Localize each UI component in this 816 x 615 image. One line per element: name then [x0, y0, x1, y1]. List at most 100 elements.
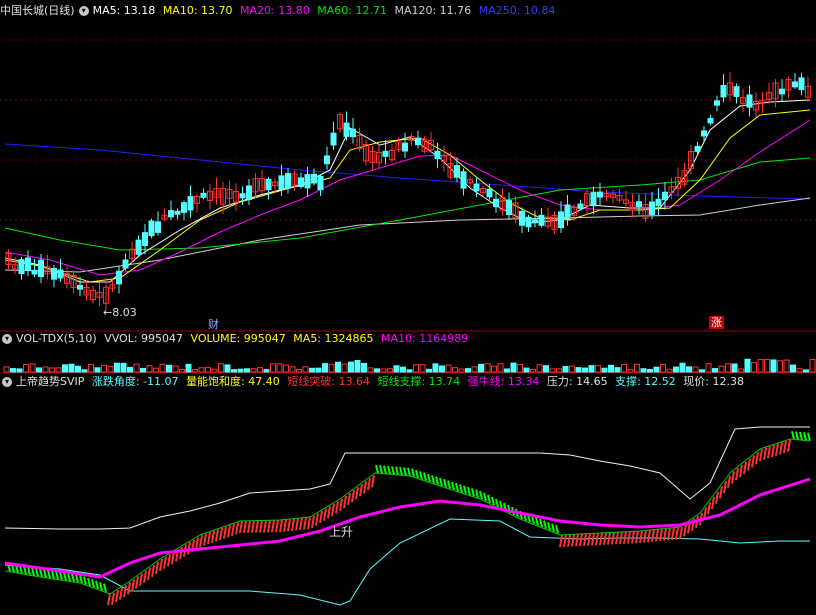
volume-bar: [127, 366, 133, 373]
volume-bar: [302, 366, 309, 373]
volume-bar: [627, 369, 634, 373]
trend-stick: [51, 570, 55, 580]
volume-bar: [497, 363, 504, 373]
volume-bar: [179, 368, 185, 373]
candle-body: [148, 220, 155, 237]
settings-toggle-icon[interactable]: ▾: [78, 6, 89, 16]
trend-stick: [627, 531, 631, 544]
trend-stick: [327, 506, 331, 519]
volume-bar: [133, 363, 140, 373]
volume-ma10-value: MA10: 1164989: [381, 332, 469, 345]
price-value: 现价: 12.38: [683, 375, 744, 388]
trend-stick: [259, 520, 263, 533]
trend-stick: [363, 481, 367, 494]
candle-body: [265, 178, 272, 191]
volume-bar: [614, 367, 621, 373]
trend-stick: [711, 496, 715, 510]
candle-body: [707, 117, 714, 124]
candle-body: [330, 132, 337, 146]
trend-stick: [795, 431, 799, 440]
trend-stick: [355, 486, 359, 500]
volume-bar: [809, 358, 816, 373]
trend-stick: [803, 432, 807, 441]
candle-body: [239, 193, 246, 199]
trend-stick: [359, 483, 363, 497]
trend-stick: [387, 465, 391, 475]
volume-bar: [218, 363, 224, 373]
finance-event-marker[interactable]: 财: [208, 316, 219, 332]
candle-body: [473, 183, 480, 192]
trend-stick: [799, 431, 803, 441]
trend-stick: [639, 530, 643, 544]
trend-stick: [347, 492, 351, 506]
candle-body: [733, 86, 740, 97]
candle-body: [246, 185, 252, 200]
volume-bar: [549, 368, 556, 373]
stock-title[interactable]: 中国长城(日线): [0, 4, 75, 17]
trend-stick: [763, 447, 767, 460]
short-support-value: 短线支撑: 13.74: [377, 375, 461, 388]
volume-bar: [523, 367, 530, 373]
candle-body: [486, 188, 493, 198]
volume-bar: [426, 368, 432, 373]
trend-stick: [579, 533, 583, 547]
trend-stick: [171, 551, 175, 564]
volume-bars[interactable]: [0, 348, 816, 374]
limit-up-marker[interactable]: 涨: [709, 316, 724, 329]
indicator-settings-icon[interactable]: ▾: [2, 377, 12, 387]
volume-settings-icon[interactable]: ▾: [2, 334, 12, 344]
trend-stick: [423, 472, 427, 481]
candle-body: [350, 128, 356, 138]
volume-bar: [42, 366, 49, 373]
volume-bar: [569, 365, 575, 373]
trend-stick: [747, 458, 751, 471]
volume-bar: [712, 368, 718, 373]
trend-stick: [351, 489, 355, 503]
kline-chart[interactable]: [0, 20, 816, 332]
volume-bar: [705, 363, 712, 373]
volume-bar: [224, 364, 231, 373]
ma250-value: MA250: 10.84: [478, 4, 556, 17]
volume-bar: [270, 363, 276, 373]
indicator-name[interactable]: 上帝趋势SVIP: [16, 375, 84, 388]
volume-value: VOLUME: 995047: [190, 332, 286, 345]
trend-stick: [403, 467, 407, 476]
trend-stick: [287, 519, 291, 532]
trend-stick: [383, 465, 387, 475]
trend-stick: [283, 519, 287, 532]
trend-stick: [751, 455, 755, 468]
volume-ma5-value: MA5: 1324865: [293, 332, 374, 345]
volume-bar: [803, 369, 809, 373]
candle-body: [343, 122, 350, 137]
trend-stick: [123, 584, 127, 598]
volume-indicator-name[interactable]: VOL-TDX(5,10): [16, 332, 97, 345]
trend-stick: [371, 475, 375, 488]
trend-stick: [647, 530, 651, 543]
volume-bar: [263, 369, 270, 373]
volume-bar: [237, 368, 244, 373]
volume-bar: [413, 364, 419, 373]
volume-bar: [393, 365, 400, 373]
trend-stick: [663, 528, 667, 541]
candle-body: [701, 130, 707, 137]
trend-stick: [623, 531, 627, 544]
volume-bar: [725, 363, 731, 373]
candle-body: [317, 175, 324, 191]
candle-body: [597, 191, 603, 198]
candle-body: [519, 210, 525, 226]
volume-bar: [478, 363, 484, 373]
trend-indicator-chart[interactable]: [0, 391, 816, 615]
trend-stick: [239, 520, 243, 534]
volume-bar: [380, 368, 387, 373]
candle-body: [558, 211, 564, 229]
volume-bar: [640, 368, 647, 373]
trend-stick: [419, 471, 423, 480]
trend-stick: [447, 480, 451, 489]
trend-stick: [79, 574, 83, 584]
volume-bar: [211, 368, 218, 373]
trend-stick: [459, 484, 463, 493]
volume-bar: [361, 362, 367, 373]
trend-stick: [407, 467, 411, 477]
trend-stick: [307, 517, 311, 530]
trend-stick: [743, 461, 747, 474]
